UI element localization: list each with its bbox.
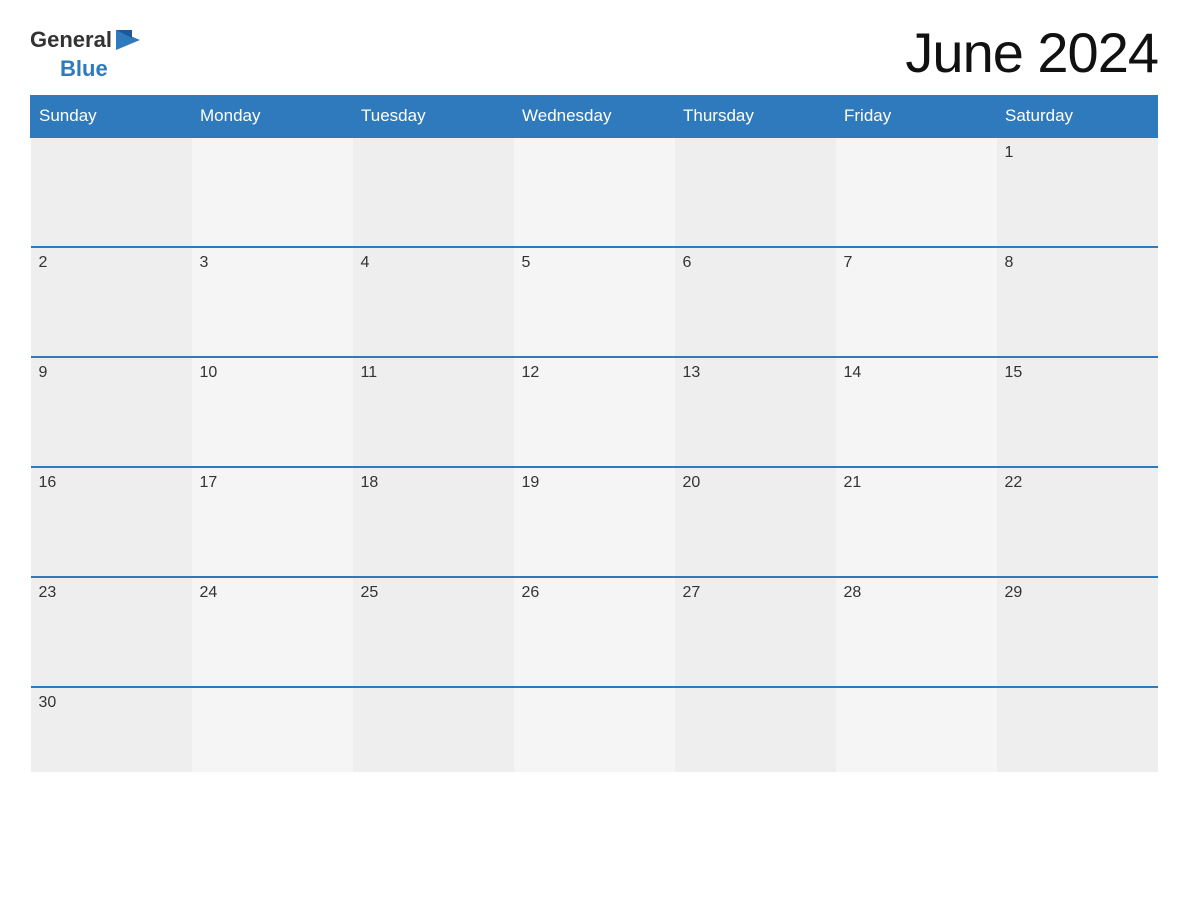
- calendar-day-cell: 6: [675, 247, 836, 357]
- calendar-day-cell: [31, 137, 192, 247]
- calendar-day-cell: [675, 687, 836, 772]
- col-saturday: Saturday: [997, 96, 1158, 138]
- col-thursday: Thursday: [675, 96, 836, 138]
- day-number: 9: [39, 364, 48, 381]
- day-number: 4: [361, 254, 370, 271]
- day-number: 3: [200, 254, 209, 271]
- calendar-day-cell: 11: [353, 357, 514, 467]
- calendar-day-cell: 1: [997, 137, 1158, 247]
- calendar-day-cell: 22: [997, 467, 1158, 577]
- day-number: 6: [683, 254, 692, 271]
- day-number: 7: [844, 254, 853, 271]
- calendar-day-cell: 13: [675, 357, 836, 467]
- day-number: 12: [522, 364, 540, 381]
- calendar-day-cell: 23: [31, 577, 192, 687]
- calendar-day-cell: [997, 687, 1158, 772]
- day-number: 27: [683, 584, 701, 601]
- calendar-day-cell: 17: [192, 467, 353, 577]
- col-tuesday: Tuesday: [353, 96, 514, 138]
- calendar-day-cell: 27: [675, 577, 836, 687]
- calendar-header-row: Sunday Monday Tuesday Wednesday Thursday…: [31, 96, 1158, 138]
- day-number: 23: [39, 584, 57, 601]
- month-title: June 2024: [905, 20, 1158, 85]
- day-number: 25: [361, 584, 379, 601]
- day-number: 20: [683, 474, 701, 491]
- day-number: 13: [683, 364, 701, 381]
- day-number: 16: [39, 474, 57, 491]
- day-number: 30: [39, 694, 57, 711]
- calendar-day-cell: 25: [353, 577, 514, 687]
- calendar-day-cell: 20: [675, 467, 836, 577]
- calendar-day-cell: 9: [31, 357, 192, 467]
- calendar-day-cell: 19: [514, 467, 675, 577]
- calendar-week-row: 9 10 11 12 13 14 15: [31, 357, 1158, 467]
- calendar-day-cell: 15: [997, 357, 1158, 467]
- day-number: 2: [39, 254, 48, 271]
- calendar-day-cell: [836, 137, 997, 247]
- day-number: 22: [1005, 474, 1023, 491]
- day-number: 26: [522, 584, 540, 601]
- col-wednesday: Wednesday: [514, 96, 675, 138]
- calendar-day-cell: [836, 687, 997, 772]
- calendar-day-cell: 24: [192, 577, 353, 687]
- col-monday: Monday: [192, 96, 353, 138]
- calendar-day-cell: 4: [353, 247, 514, 357]
- calendar-week-row: 1: [31, 137, 1158, 247]
- day-number: 19: [522, 474, 540, 491]
- calendar-day-cell: [675, 137, 836, 247]
- calendar-day-cell: 2: [31, 247, 192, 357]
- day-number: 8: [1005, 254, 1014, 271]
- page-container: General Blue June 2024 Sunday Monday Tue…: [0, 0, 1188, 918]
- day-number: 21: [844, 474, 862, 491]
- calendar-week-row: 30: [31, 687, 1158, 772]
- calendar-day-cell: 16: [31, 467, 192, 577]
- calendar-week-row: 2 3 4 5 6 7 8: [31, 247, 1158, 357]
- calendar-day-cell: [192, 687, 353, 772]
- day-number: 15: [1005, 364, 1023, 381]
- col-friday: Friday: [836, 96, 997, 138]
- header: General Blue June 2024: [30, 20, 1158, 85]
- calendar-day-cell: [514, 687, 675, 772]
- calendar-day-cell: 26: [514, 577, 675, 687]
- day-number: 11: [361, 364, 378, 381]
- day-number: 10: [200, 364, 218, 381]
- calendar-day-cell: 18: [353, 467, 514, 577]
- calendar-day-cell: 21: [836, 467, 997, 577]
- calendar: Sunday Monday Tuesday Wednesday Thursday…: [30, 95, 1158, 772]
- calendar-day-cell: 14: [836, 357, 997, 467]
- day-number: 14: [844, 364, 862, 381]
- col-sunday: Sunday: [31, 96, 192, 138]
- calendar-day-cell: [514, 137, 675, 247]
- calendar-day-cell: [353, 687, 514, 772]
- calendar-day-cell: 3: [192, 247, 353, 357]
- day-number: 24: [200, 584, 218, 601]
- calendar-week-row: 16 17 18 19 20 21 22: [31, 467, 1158, 577]
- calendar-day-cell: [353, 137, 514, 247]
- calendar-week-row: 23 24 25 26 27 28 29: [31, 577, 1158, 687]
- calendar-day-cell: 8: [997, 247, 1158, 357]
- logo-general-text: General: [30, 27, 112, 53]
- calendar-day-cell: 12: [514, 357, 675, 467]
- day-number: 17: [200, 474, 218, 491]
- day-number: 29: [1005, 584, 1023, 601]
- calendar-day-cell: [192, 137, 353, 247]
- calendar-day-cell: 5: [514, 247, 675, 357]
- logo-icon: [112, 24, 144, 56]
- logo: General Blue: [30, 24, 144, 82]
- day-number: 28: [844, 584, 862, 601]
- calendar-day-cell: 30: [31, 687, 192, 772]
- day-number: 5: [522, 254, 531, 271]
- calendar-day-cell: 7: [836, 247, 997, 357]
- logo-blue-text: Blue: [60, 56, 108, 82]
- day-number: 1: [1005, 144, 1014, 161]
- calendar-day-cell: 10: [192, 357, 353, 467]
- calendar-day-cell: 28: [836, 577, 997, 687]
- day-number: 18: [361, 474, 379, 491]
- calendar-day-cell: 29: [997, 577, 1158, 687]
